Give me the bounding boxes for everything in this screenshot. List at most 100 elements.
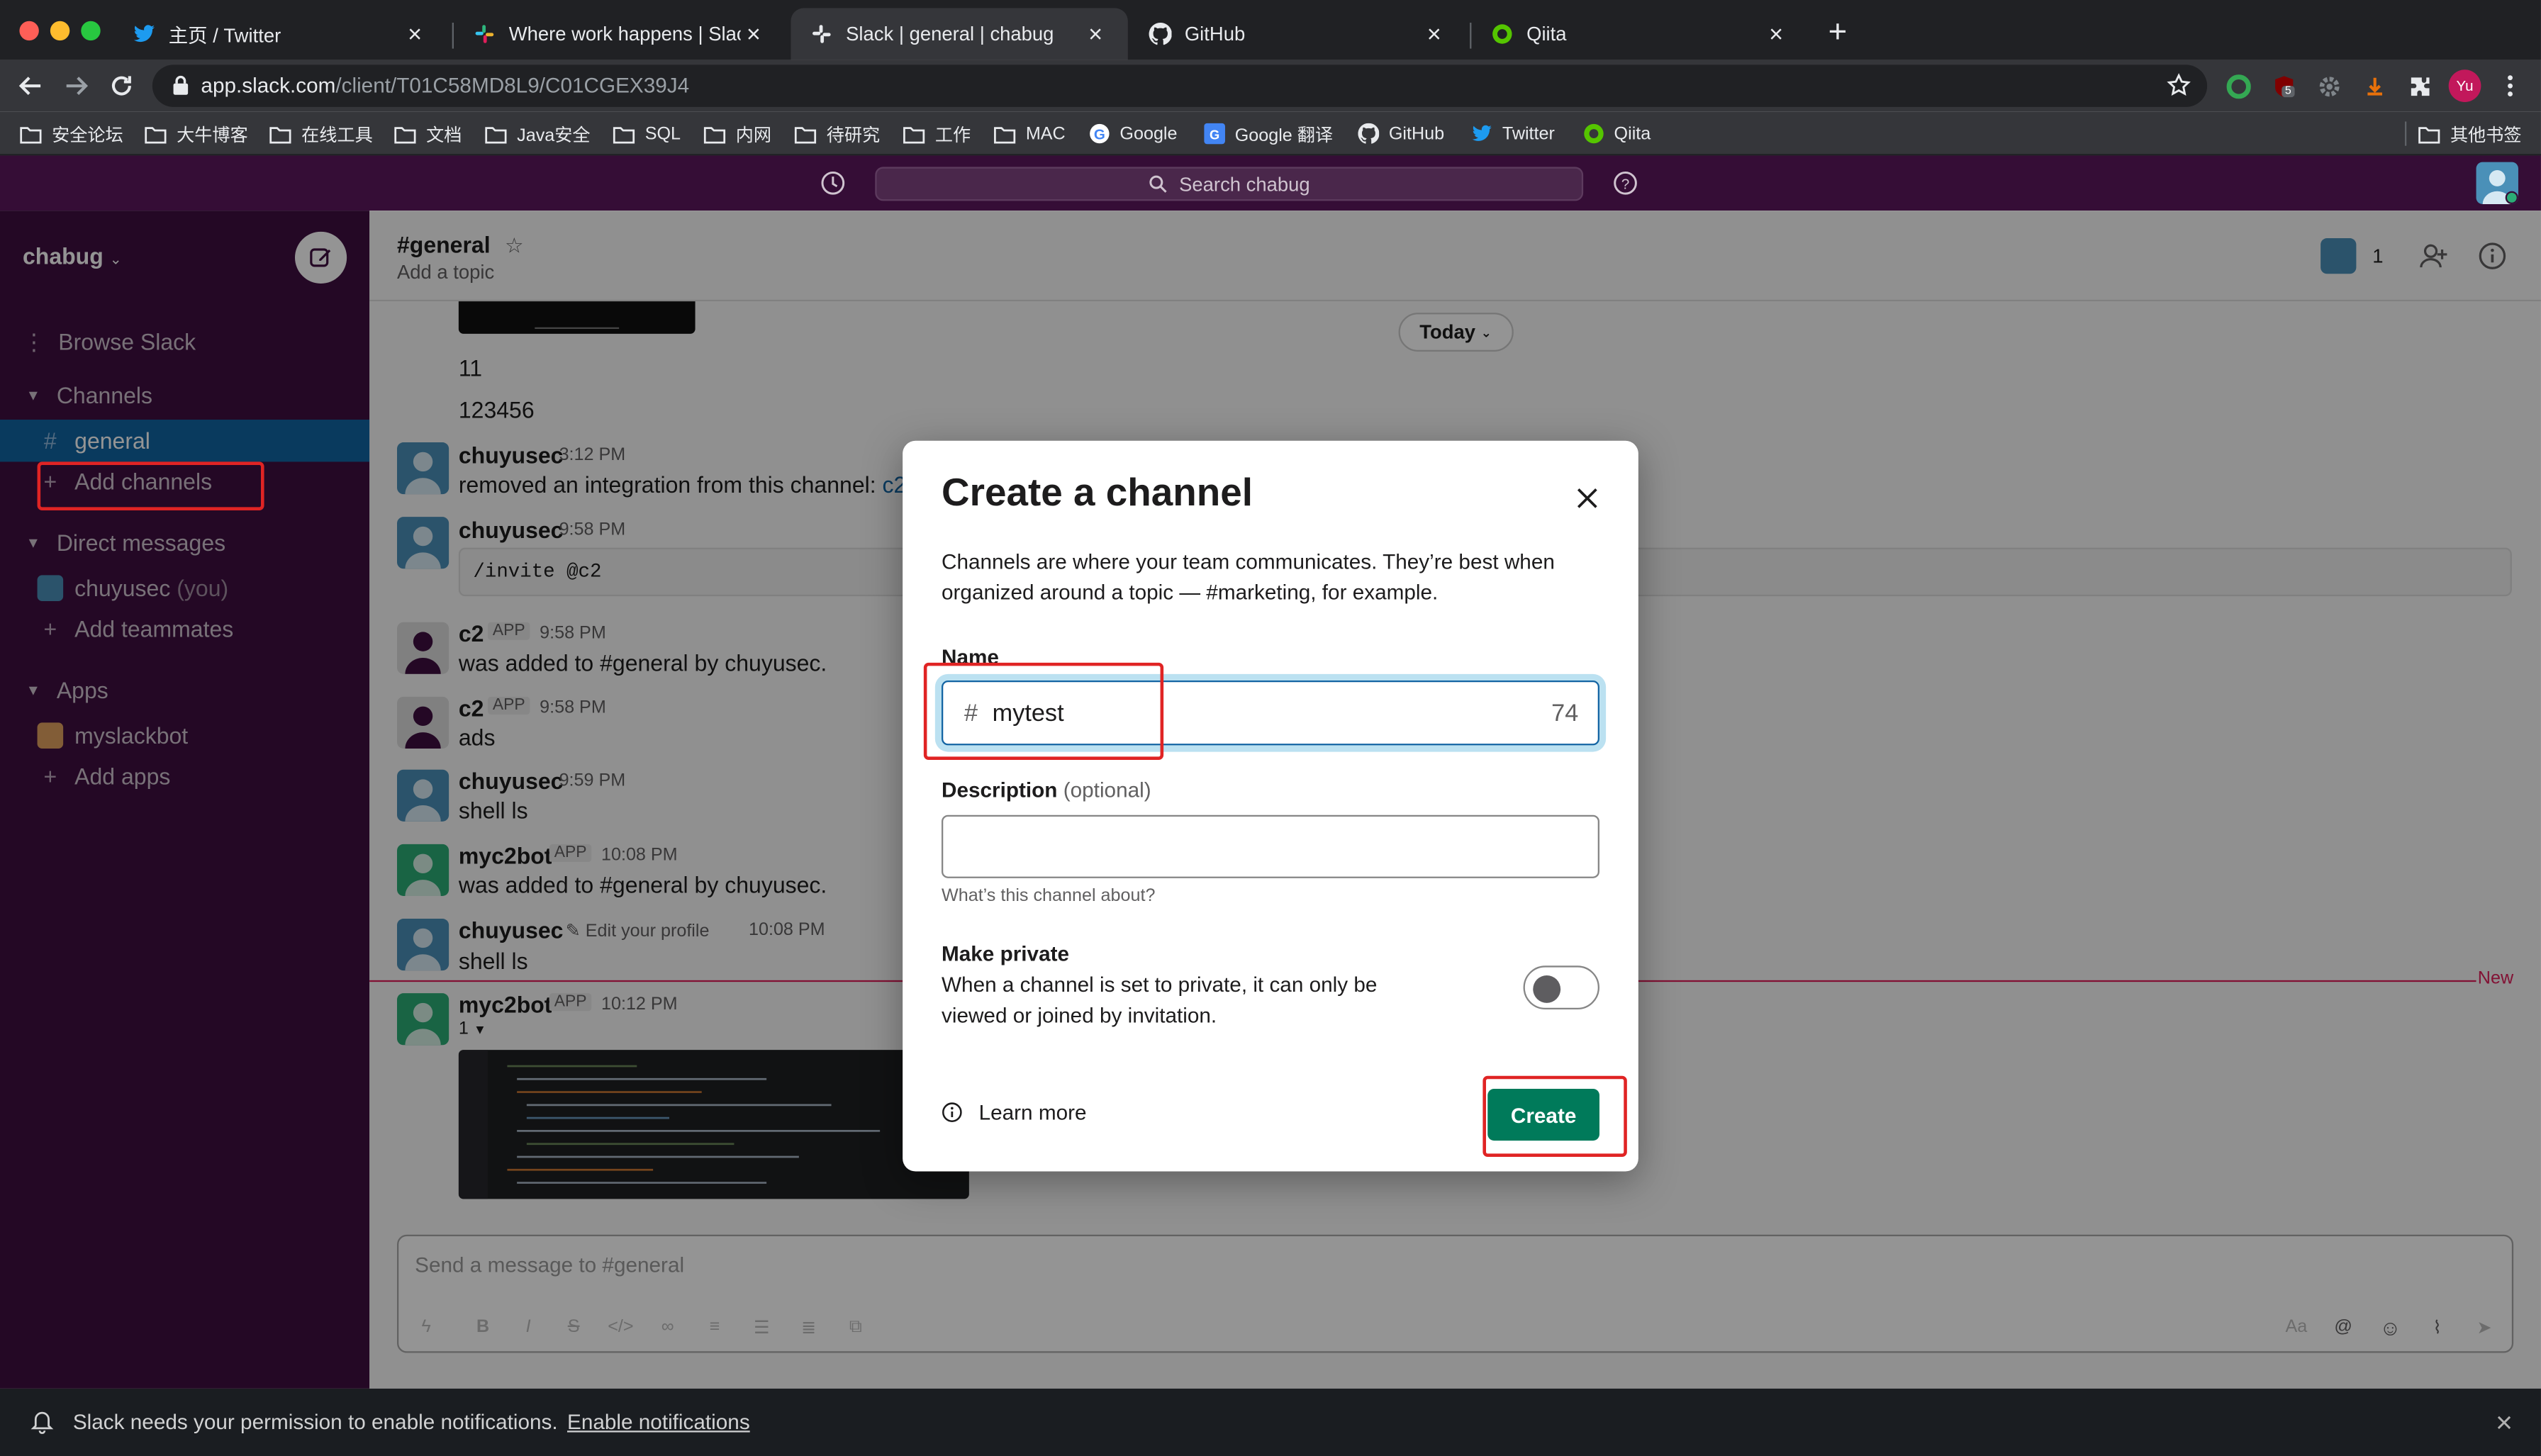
svg-text:?: ?	[1621, 176, 1629, 192]
bookmark-folder[interactable]: 工作	[903, 120, 971, 147]
online-status-dot	[2505, 191, 2518, 204]
back-arrow-icon[interactable]	[15, 69, 48, 102]
google-icon: G	[1088, 123, 1110, 145]
address-bar[interactable]: app.slack.com/client/T01C58MD8L9/C01CGEX…	[152, 65, 2208, 107]
extension-badge: 5	[2282, 86, 2295, 98]
tab-slack-general[interactable]: Slack | general | chabug ×	[791, 8, 1128, 60]
github-icon	[1356, 123, 1379, 145]
folder-icon	[269, 123, 291, 145]
tab-title: Where work happens | Slack	[508, 22, 741, 45]
minimize-window-button[interactable]	[50, 21, 70, 41]
svg-text:G: G	[1209, 128, 1219, 142]
forward-arrow-icon[interactable]	[60, 69, 93, 102]
tab-github[interactable]: GitHub ×	[1129, 8, 1466, 60]
learn-more-link[interactable]: Learn more	[942, 1100, 1087, 1124]
bookmark-folder[interactable]: 待研究	[794, 120, 880, 147]
folder-icon	[484, 123, 507, 145]
history-clock-icon[interactable]	[820, 170, 847, 196]
folder-icon	[144, 123, 167, 145]
description-label: Description (optional)	[941, 778, 1151, 802]
folder-icon	[993, 123, 1016, 145]
bookmark-folder[interactable]: SQL	[613, 120, 681, 147]
annotation-box-create-button	[1482, 1075, 1627, 1157]
new-tab-plus-icon[interactable]: +	[1821, 15, 1854, 52]
maximize-window-button[interactable]	[81, 21, 101, 41]
bookmark-folder[interactable]: 安全论坛	[19, 120, 123, 147]
folder-icon	[613, 123, 635, 145]
bookmark-folder[interactable]: MAC	[993, 120, 1066, 147]
folder-icon	[2418, 123, 2440, 145]
search-icon	[1149, 175, 1166, 193]
bookmark-folder[interactable]: Java安全	[484, 120, 591, 147]
extension-gear-icon[interactable]	[2313, 69, 2345, 102]
twitter-icon	[1470, 123, 1492, 145]
slack-icon	[473, 23, 496, 45]
make-private-title: Make private	[941, 941, 1070, 966]
screen: 主页 / Twitter × Where work happens | Slac…	[0, 0, 2541, 1456]
tab-close-icon[interactable]: ×	[1422, 21, 1448, 48]
extension-green-circle-icon[interactable]	[2222, 69, 2255, 102]
notification-text: Slack needs your permission to enable no…	[72, 1409, 558, 1434]
extension-ublock-icon[interactable]: 5	[2267, 69, 2300, 102]
translate-icon: G	[1202, 123, 1225, 145]
enable-notifications-link[interactable]: Enable notifications	[567, 1410, 750, 1434]
characters-remaining: 74	[1551, 699, 1579, 727]
tab-slack-home[interactable]: Where work happens | Slack ×	[454, 8, 786, 60]
help-icon[interactable]: ?	[1612, 170, 1638, 196]
create-channel-modal: Create a channel Channels are where your…	[903, 440, 1638, 1172]
qiita-icon	[1491, 23, 1514, 45]
bookmarks-bar: 安全论坛 大牛博客 在线工具 文档 Java安全 SQL 内网 待研究 工作 M…	[0, 111, 2541, 156]
bookmark-google[interactable]: G Google	[1088, 120, 1178, 147]
close-window-button[interactable]	[19, 21, 39, 41]
tab-close-icon[interactable]: ×	[402, 21, 428, 48]
extension-download-icon[interactable]	[2358, 69, 2391, 102]
twitter-icon	[133, 23, 155, 45]
modal-description: Channels are where your team communicate…	[941, 549, 1555, 605]
browser-tab-bar: 主页 / Twitter × Where work happens | Slac…	[0, 0, 2541, 60]
annotation-box-channel-name	[923, 662, 1164, 760]
description-hint: What’s this channel about?	[941, 886, 1156, 906]
bookmark-twitter[interactable]: Twitter	[1470, 120, 1555, 147]
toggle-knob	[1533, 975, 1561, 1003]
bookmark-star-icon[interactable]	[2167, 73, 2191, 97]
profile-avatar[interactable]: Yu	[2448, 69, 2481, 102]
tab-close-icon[interactable]: ×	[1763, 21, 1789, 48]
bookmark-folder[interactable]: 在线工具	[269, 120, 373, 147]
reload-icon[interactable]	[106, 69, 138, 102]
browser-toolbar: app.slack.com/client/T01C58MD8L9/C01CGEX…	[0, 60, 2541, 112]
folder-icon	[19, 123, 42, 145]
lock-icon	[172, 74, 189, 96]
svg-text:G: G	[1093, 127, 1105, 143]
other-bookmarks-folder[interactable]: 其他书签	[2418, 120, 2522, 147]
tab-close-icon[interactable]: ×	[741, 21, 767, 48]
extensions-puzzle-icon[interactable]	[2403, 69, 2436, 102]
user-avatar[interactable]	[2476, 162, 2518, 204]
bell-icon	[29, 1408, 55, 1434]
bookmark-divider	[2404, 121, 2407, 146]
bookmark-folder[interactable]: 大牛博客	[144, 120, 248, 147]
tab-twitter[interactable]: 主页 / Twitter ×	[113, 8, 447, 60]
slack-icon	[810, 23, 833, 45]
tab-qiita[interactable]: Qiita ×	[1471, 8, 1808, 60]
bookmark-folder[interactable]: 文档	[393, 120, 462, 147]
qiita-icon	[1582, 123, 1604, 145]
close-icon[interactable]	[1569, 480, 1604, 515]
bookmark-google-translate[interactable]: G Google 翻译	[1202, 120, 1333, 147]
folder-icon	[393, 123, 416, 145]
make-private-description: When a channel is set to private, it can…	[941, 972, 1378, 1028]
slack-search-input[interactable]: Search chabug	[875, 167, 1584, 201]
close-icon[interactable]: ×	[2496, 1406, 2513, 1440]
notification-banner: Slack needs your permission to enable no…	[0, 1388, 2541, 1456]
channel-description-input[interactable]	[941, 814, 1599, 878]
bookmark-github[interactable]: GitHub	[1356, 120, 1444, 147]
github-icon	[1149, 22, 1172, 45]
tab-close-icon[interactable]: ×	[1083, 21, 1109, 48]
make-private-toggle[interactable]	[1523, 965, 1599, 1009]
folder-icon	[794, 123, 817, 145]
bookmark-folder[interactable]: 内网	[703, 120, 771, 147]
url-text: app.slack.com/client/T01C58MD8L9/C01CGEX…	[201, 72, 690, 98]
modal-title: Create a channel	[941, 471, 1253, 515]
more-vertical-icon[interactable]	[2494, 69, 2527, 102]
tab-title: 主页 / Twitter	[168, 23, 281, 47]
bookmark-qiita[interactable]: Qiita	[1582, 120, 1651, 147]
